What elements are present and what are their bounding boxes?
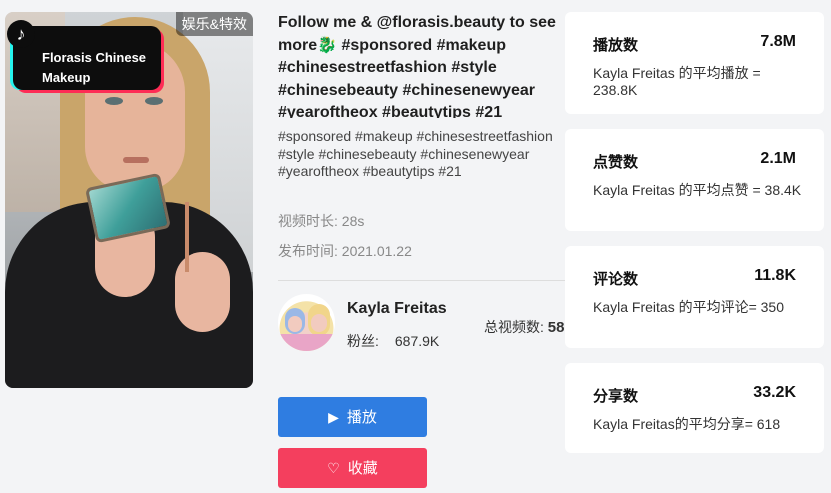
avatar-shirt [278,334,335,351]
stat-card-shares: 分享数 33.2K Kayla Freitas的平均分享= 618 [565,363,824,453]
stat-description: Kayla Freitas 的平均播放 = 238.8K [593,65,761,98]
video-title: Follow me & @florasis.beauty to see more… [278,12,566,118]
favorite-button-label: 收藏 [347,460,378,477]
duration-label: 视频时长: [278,213,338,229]
stat-label: 点赞数 [593,154,639,171]
stat-description: Kayla Freitas 的平均评论= 350 [593,299,785,315]
stat-card-plays: 播放数 7.8M Kayla Freitas 的平均播放 = 238.8K [565,12,824,114]
product-tassel [185,202,189,272]
publish-time: 发布时间: 2021.01.22 [278,241,412,261]
stat-label: 播放数 [593,37,639,54]
favorite-button[interactable]: ♡ 收藏 [278,448,427,488]
total-videos-label: 总视频数: [484,319,544,335]
video-overlay-label: ♪ Florasis Chinese Makeup [7,20,161,90]
duration-value: 28s [341,213,365,229]
hashtag-list: #sponsored #makeup #chinesestreetfashion… [278,128,553,179]
avatar-face [288,316,302,332]
stat-description: Kayla Freitas 的平均点赞 = 38.4K [593,182,802,198]
play-icon: ▶ [328,409,339,425]
stat-label: 评论数 [593,271,639,288]
stat-label: 分享数 [593,388,639,405]
total-videos-value: 58 [547,319,565,336]
heart-icon: ♡ [327,460,340,476]
fans-label: 粉丝: [347,333,379,349]
dragon-icon: 🐉 [317,36,338,54]
publish-label: 发布时间: [278,243,338,259]
person-hand [175,252,230,332]
author-name[interactable]: Kayla Freitas [347,300,447,318]
person-mouth [123,157,149,163]
follower-count: 粉丝: 687.9K [347,331,439,351]
person-eye [105,97,123,105]
person-eye [145,97,163,105]
avatar[interactable] [278,294,335,351]
stat-description: Kayla Freitas的平均分享= 618 [593,416,781,432]
play-button-label: 播放 [346,409,377,426]
fans-value: 687.9K [394,333,440,349]
category-badge: 娱乐&特效 [175,12,253,36]
overlay-text: Makeup [42,70,91,85]
overlay-text: Florasis Chinese [42,50,147,65]
video-thumbnail[interactable]: ♪ Florasis Chinese Makeup 娱乐&特效 [5,12,253,388]
stat-value: 7.8M [760,33,796,50]
stat-card-comments: 评论数 11.8K Kayla Freitas 的平均评论= 350 [565,246,824,348]
stat-value: 2.1M [760,150,796,167]
play-button[interactable]: ▶ 播放 [278,397,427,437]
video-duration: 视频时长: 28s [278,211,364,231]
stat-value: 11.8K [754,267,796,284]
stat-card-likes: 点赞数 2.1M Kayla Freitas 的平均点赞 = 38.4K [565,129,824,231]
publish-value: 2021.01.22 [341,243,412,259]
avatar-face [311,314,327,332]
stat-value: 33.2K [753,384,796,401]
divider [278,280,566,281]
total-videos: 总视频数: 58 [484,317,564,337]
tiktok-icon: ♪ [7,20,35,48]
